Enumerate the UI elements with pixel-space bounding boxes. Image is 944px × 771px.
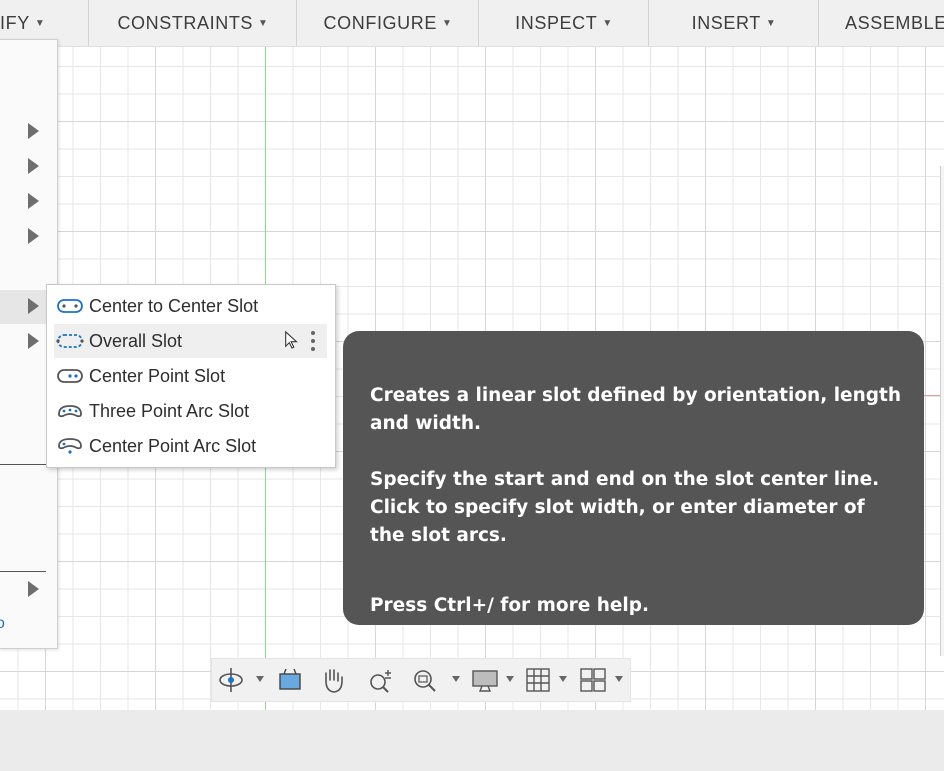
toolbar-inspect-menu[interactable]: INSPECT ▼	[478, 0, 649, 46]
menu-item-label: Center Point Slot	[89, 365, 226, 386]
menu-divider	[0, 464, 46, 465]
menu-item-center-point-arc-slot[interactable]: Center Point Arc Slot	[54, 429, 327, 463]
tooltip-help-hint: Press Ctrl+/ for more help.	[370, 595, 650, 616]
toolbar-insert-menu[interactable]: INSERT ▼	[648, 0, 819, 46]
tooltip-description: Creates a linear slot defined by orienta…	[370, 385, 902, 434]
right-panel-edge	[940, 166, 944, 656]
toolbar-constraints-menu[interactable]: CONSTRAINTS ▼	[88, 0, 297, 46]
chevron-down-icon: ▼	[765, 17, 777, 29]
three-point-arc-slot-icon	[56, 401, 84, 421]
menu-item-label: Three Point Arc Slot	[89, 400, 250, 421]
multiple-views-icon	[580, 668, 606, 692]
toolbar-item-label: CONFIGURE	[323, 12, 437, 33]
slot-submenu: Center to Center Slot Overall Slot Cente…	[46, 284, 336, 468]
cursor-icon	[285, 330, 298, 349]
center-to-center-slot-icon	[56, 296, 84, 316]
fit-button[interactable]	[410, 665, 440, 695]
orbit-button[interactable]	[216, 665, 246, 695]
chevron-down-icon[interactable]	[256, 676, 264, 682]
look-at-button[interactable]	[276, 665, 304, 695]
viewports-button[interactable]	[578, 665, 608, 695]
toolbar-item-label: CONSTRAINTS	[117, 12, 254, 33]
menu-item-overall-slot[interactable]: Overall Slot	[54, 324, 327, 358]
chevron-down-icon: ▼	[602, 17, 613, 29]
menu-item-actions	[281, 324, 321, 358]
submenu-arrow-icon[interactable]	[28, 228, 39, 244]
zoom-button[interactable]	[366, 665, 396, 695]
chevron-down-icon: ▼	[441, 17, 453, 29]
tooltip-instructions: Specify the start and end on the slot ce…	[370, 469, 880, 546]
grid-settings-button[interactable]	[524, 665, 552, 695]
menu-item-label: Center to Center Slot	[89, 295, 259, 316]
submenu-arrow-icon[interactable]	[28, 298, 39, 314]
menu-item-three-point-arc-slot[interactable]: Three Point Arc Slot	[54, 394, 327, 428]
look-at-icon	[279, 668, 301, 690]
top-toolbar: IFY ▼ CONSTRAINTS ▼ CONFIGURE ▼ INSPECT ▼ IN…	[0, 0, 944, 47]
chevron-down-icon[interactable]	[452, 676, 460, 682]
zoom-fit-icon	[414, 670, 436, 692]
toolbar-item-label: INSPECT	[515, 12, 598, 33]
overall-slot-icon	[56, 331, 84, 351]
submenu-arrow-icon[interactable]	[28, 581, 39, 597]
chevron-down-icon[interactable]	[559, 676, 567, 682]
submenu-arrow-icon[interactable]	[28, 158, 39, 174]
menu-item-center-to-center-slot[interactable]: Center to Center Slot	[54, 289, 327, 323]
zoom-icon	[370, 670, 391, 693]
menu-item-label: Center Point Arc Slot	[89, 435, 257, 456]
toolbar-item-label: INSERT	[691, 12, 761, 33]
chevron-down-icon: ▼	[258, 17, 269, 29]
submenu-arrow-icon[interactable]	[28, 333, 39, 349]
pan-button[interactable]	[318, 665, 348, 695]
toolbar-configure-menu[interactable]: CONFIGURE ▼	[296, 0, 479, 46]
pan-hand-icon	[325, 669, 343, 693]
more-options-icon	[311, 331, 315, 351]
orbit-icon	[219, 668, 243, 692]
menu-divider	[0, 571, 46, 572]
menu-item-icon: o	[0, 615, 5, 632]
submenu-arrow-icon[interactable]	[28, 193, 39, 209]
toolbar-item-label: ASSEMBLE	[845, 12, 944, 33]
display-settings-button[interactable]	[470, 665, 500, 695]
grid-icon	[526, 668, 550, 692]
toolbar-item-label: IFY	[0, 12, 30, 33]
chevron-down-icon: ▼	[34, 17, 46, 29]
center-point-arc-slot-icon	[56, 436, 84, 456]
menu-item-label: Overall Slot	[89, 330, 183, 351]
submenu-arrow-icon[interactable]	[28, 123, 39, 139]
center-point-slot-icon	[56, 366, 84, 386]
menu-item-center-point-slot[interactable]: Center Point Slot	[54, 359, 327, 393]
display-icon	[472, 670, 498, 692]
status-area	[0, 710, 944, 771]
navigation-bar	[211, 658, 631, 702]
chevron-down-icon[interactable]	[615, 676, 623, 682]
toolbar-assemble-menu[interactable]: ASSEMBLE	[818, 0, 944, 46]
chevron-down-icon[interactable]	[506, 676, 514, 682]
command-tooltip: Creates a linear slot defined by orienta…	[343, 331, 924, 625]
